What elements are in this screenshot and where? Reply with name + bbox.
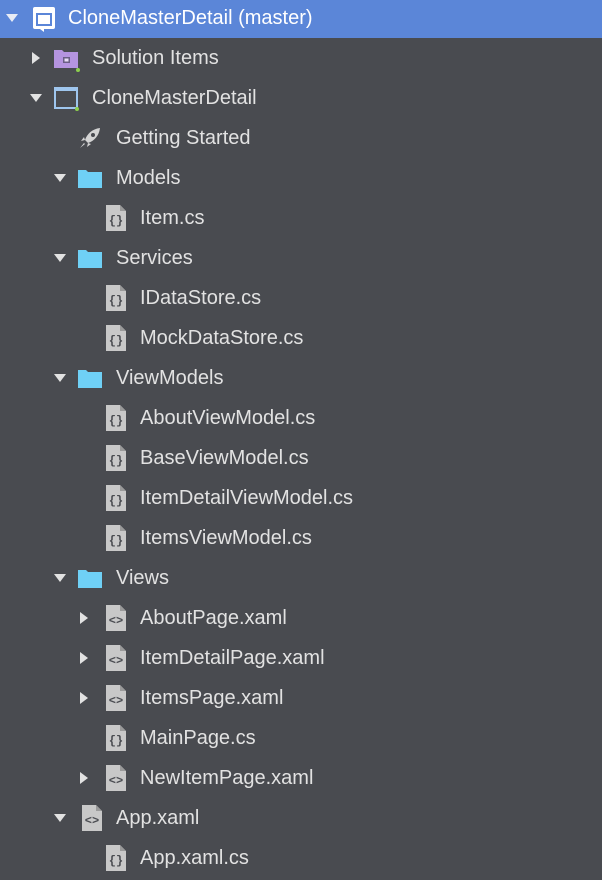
- tree-item-folder-services[interactable]: Services: [0, 238, 602, 278]
- tree-item-project[interactable]: CloneMasterDetail: [0, 78, 602, 118]
- folder-icon: [76, 164, 104, 192]
- chevron-down-icon[interactable]: [52, 570, 68, 586]
- svg-text:<>: <>: [109, 654, 123, 668]
- svg-text:<>: <>: [85, 814, 99, 828]
- xaml-file-icon: <>: [102, 604, 130, 632]
- xaml-file-icon: <>: [102, 764, 130, 792]
- tree-item-file[interactable]: {} ItemsViewModel.cs: [0, 518, 602, 558]
- tree-item-file[interactable]: {} ItemDetailViewModel.cs: [0, 478, 602, 518]
- svg-text:{}: {}: [109, 854, 123, 868]
- tree-item-file[interactable]: {} BaseViewModel.cs: [0, 438, 602, 478]
- tree-item-file[interactable]: <> AboutPage.xaml: [0, 598, 602, 638]
- chevron-down-icon[interactable]: [52, 370, 68, 386]
- svg-text:{}: {}: [109, 214, 123, 228]
- tree-item-file[interactable]: <> ItemDetailPage.xaml: [0, 638, 602, 678]
- svg-text:{}: {}: [109, 334, 123, 348]
- csharp-file-icon: {}: [102, 524, 130, 552]
- tree-item-file[interactable]: <> App.xaml: [0, 798, 602, 838]
- tree-item-file[interactable]: {} Item.cs: [0, 198, 602, 238]
- svg-text:<>: <>: [109, 774, 123, 788]
- tree-item-label: BaseViewModel.cs: [140, 447, 309, 469]
- solution-icon: [30, 4, 58, 32]
- svg-text:<>: <>: [109, 694, 123, 708]
- tree-item-file[interactable]: {} MockDataStore.cs: [0, 318, 602, 358]
- tree-item-label: Models: [116, 167, 181, 189]
- tree-item-label: NewItemPage.xaml: [140, 767, 314, 789]
- tree-item-file[interactable]: {} AboutViewModel.cs: [0, 398, 602, 438]
- xaml-file-icon: <>: [78, 804, 106, 832]
- chevron-right-icon[interactable]: [76, 770, 92, 786]
- tree-item-label: ItemsViewModel.cs: [140, 527, 312, 549]
- chevron-down-icon[interactable]: [4, 10, 20, 26]
- tree-item-file[interactable]: {} MainPage.cs: [0, 718, 602, 758]
- chevron-down-icon[interactable]: [28, 90, 44, 106]
- csharp-file-icon: {}: [102, 844, 130, 872]
- tree-item-label: App.xaml.cs: [140, 847, 249, 869]
- folder-icon: [76, 244, 104, 272]
- csharp-file-icon: {}: [102, 484, 130, 512]
- tree-item-label: ItemDetailPage.xaml: [140, 647, 325, 669]
- chevron-down-icon[interactable]: [52, 810, 68, 826]
- solution-folder-icon: [52, 44, 80, 72]
- svg-text:<>: <>: [109, 614, 123, 628]
- chevron-right-icon[interactable]: [76, 610, 92, 626]
- csharp-file-icon: {}: [102, 284, 130, 312]
- tree-item-label: ItemsPage.xaml: [140, 687, 284, 709]
- tree-item-folder-models[interactable]: Models: [0, 158, 602, 198]
- folder-icon: [76, 564, 104, 592]
- project-icon: [52, 84, 80, 112]
- tree-item-label: ViewModels: [116, 367, 224, 389]
- xaml-file-icon: <>: [102, 684, 130, 712]
- solution-explorer-tree: CloneMasterDetail (master) Solution Item…: [0, 0, 602, 880]
- xaml-file-icon: <>: [102, 644, 130, 672]
- tree-item-file[interactable]: <> ItemsPage.xaml: [0, 678, 602, 718]
- chevron-right-icon[interactable]: [28, 50, 44, 66]
- tree-item-label: Getting Started: [116, 127, 251, 149]
- tree-item-label: App.xaml: [116, 807, 200, 829]
- svg-text:{}: {}: [109, 414, 123, 428]
- tree-item-file[interactable]: {} IDataStore.cs: [0, 278, 602, 318]
- tree-item-label: AboutViewModel.cs: [140, 407, 316, 429]
- svg-text:{}: {}: [109, 294, 123, 308]
- svg-text:{}: {}: [109, 734, 123, 748]
- csharp-file-icon: {}: [102, 724, 130, 752]
- chevron-down-icon[interactable]: [52, 250, 68, 266]
- chevron-right-icon[interactable]: [76, 690, 92, 706]
- svg-text:{}: {}: [109, 534, 123, 548]
- svg-text:{}: {}: [109, 454, 123, 468]
- tree-item-solution-items[interactable]: Solution Items: [0, 38, 602, 78]
- tree-item-label: Item.cs: [140, 207, 205, 229]
- csharp-file-icon: {}: [102, 444, 130, 472]
- tree-item-folder-views[interactable]: Views: [0, 558, 602, 598]
- tree-item-file[interactable]: {} App.xaml.cs: [0, 838, 602, 878]
- tree-item-label: MockDataStore.cs: [140, 327, 304, 349]
- folder-icon: [76, 364, 104, 392]
- csharp-file-icon: {}: [102, 204, 130, 232]
- csharp-file-icon: {}: [102, 404, 130, 432]
- tree-item-label: AboutPage.xaml: [140, 607, 287, 629]
- tree-item-folder-viewmodels[interactable]: ViewModels: [0, 358, 602, 398]
- tree-item-solution-root[interactable]: CloneMasterDetail (master): [0, 0, 602, 38]
- tree-item-label: Views: [116, 567, 169, 589]
- tree-item-label: CloneMasterDetail (master): [68, 7, 313, 29]
- tree-item-label: MainPage.cs: [140, 727, 256, 749]
- rocket-icon: [76, 124, 104, 152]
- tree-item-label: Services: [116, 247, 193, 269]
- tree-item-label: IDataStore.cs: [140, 287, 262, 309]
- tree-item-getting-started[interactable]: Getting Started: [0, 118, 602, 158]
- csharp-file-icon: {}: [102, 324, 130, 352]
- chevron-right-icon[interactable]: [76, 650, 92, 666]
- tree-item-label: ItemDetailViewModel.cs: [140, 487, 354, 509]
- svg-text:{}: {}: [109, 494, 123, 508]
- tree-item-label: Solution Items: [92, 47, 219, 69]
- tree-item-file[interactable]: <> NewItemPage.xaml: [0, 758, 602, 798]
- chevron-down-icon[interactable]: [52, 170, 68, 186]
- tree-item-label: CloneMasterDetail: [92, 87, 257, 109]
